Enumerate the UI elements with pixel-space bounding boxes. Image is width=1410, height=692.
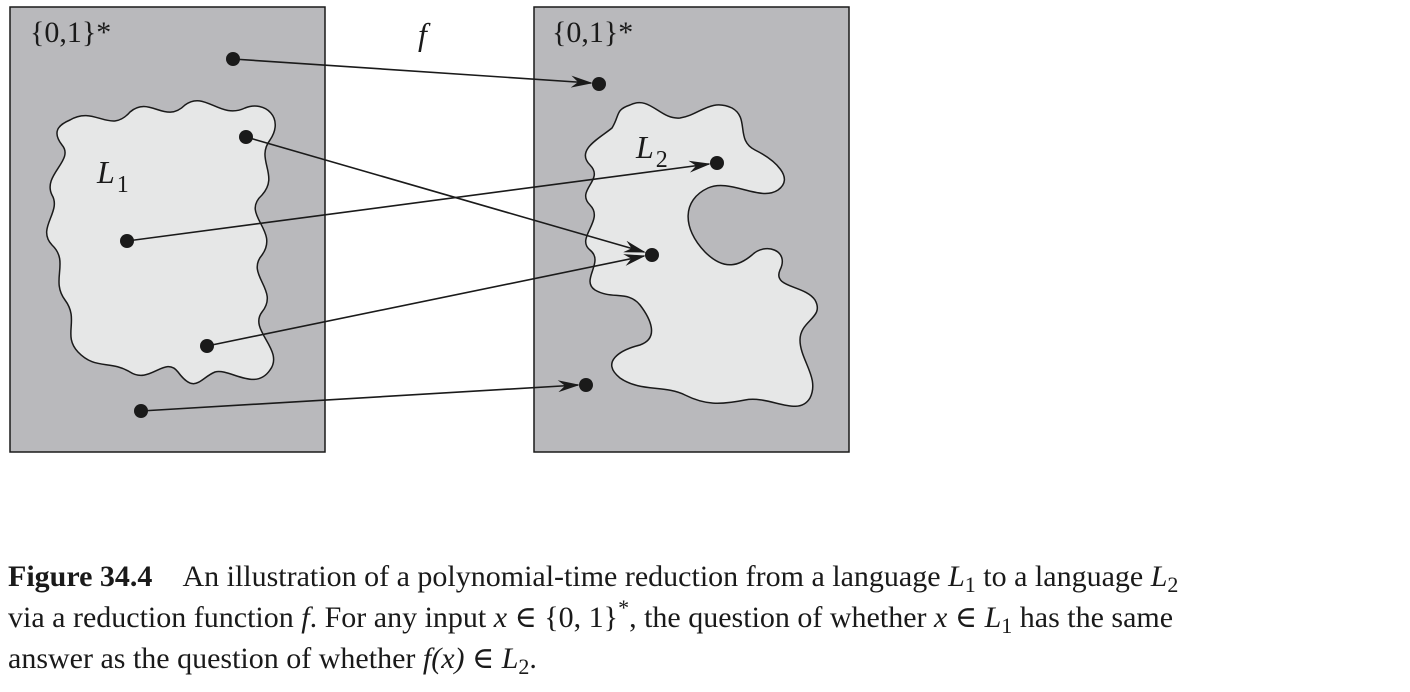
point-right-outside-top [592,77,606,91]
math-l2: L2 [1150,560,1179,597]
caption-text: . [529,642,537,675]
point-left-l1-top [239,130,253,144]
point-right-outside-bottom [579,378,593,392]
math-l1: L1 [984,601,1013,638]
caption-line-3: answer as the question of whether f(x) ∈… [8,638,1403,679]
point-left-l1-left [120,234,134,248]
point-left-outside-bottom [134,404,148,418]
left-panel-label: {0,1}* [30,16,111,49]
caption-text: via a reduction function [8,601,294,634]
math-star: * [618,595,630,620]
caption-line-1: Figure 34.4 An illustration of a polynomi… [8,556,1403,597]
math-in: ∈ [954,601,978,634]
math-l2: L2 [501,642,530,679]
caption-text: , the question of whether [629,601,927,634]
language-l1-region [45,99,276,385]
math-x: x [493,601,508,634]
caption-text: to a language [983,560,1144,593]
caption-text: has the same [1019,601,1174,634]
math-f: f [301,601,310,634]
point-left-outside-top [226,52,240,66]
point-right-l2-middle [645,248,659,262]
right-panel-label: {0,1}* [552,16,633,49]
math-arg: (x) [431,642,465,675]
point-left-l1-bottom [200,339,214,353]
math-in: ∈ [472,642,495,675]
caption-text: . For any input [309,601,487,634]
math-set: ∈ {0, 1} [514,601,619,634]
function-label: f [418,16,431,52]
math-f: f [422,642,432,675]
caption-text: An illustration of a polynomial-time red… [182,560,941,593]
math-x: x [934,601,948,634]
figure-number: Figure 34.4 [8,560,153,593]
caption-line-2: via a reduction function f. For any inpu… [8,597,1403,638]
language-l1-subscript: 1 [117,172,129,198]
reduction-figure: {0,1}* {0,1}* f L1 L2 [9,6,850,453]
caption-text: answer as the question of whether [8,642,416,675]
math-l1: L1 [948,560,976,597]
point-right-l2-top [710,156,724,170]
figure-caption: Figure 34.4 An illustration of a polynomi… [8,556,1403,679]
